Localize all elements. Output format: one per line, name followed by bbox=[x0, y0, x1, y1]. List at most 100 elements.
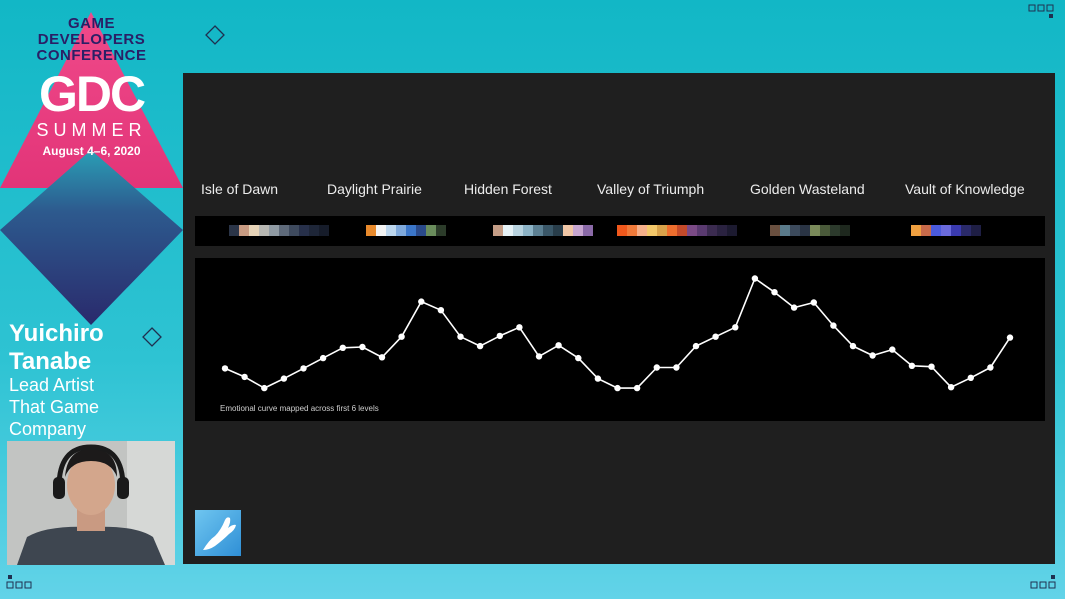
curve-point bbox=[692, 342, 700, 350]
palette-swatch bbox=[647, 225, 657, 236]
palette-swatch bbox=[319, 225, 329, 236]
curve-point bbox=[947, 384, 955, 391]
curve-point bbox=[437, 307, 445, 314]
curve-point bbox=[849, 342, 857, 350]
brand-line-game: GAME bbox=[68, 15, 115, 32]
level-label: Daylight Prairie bbox=[327, 181, 422, 197]
gdc-logo: GDC bbox=[38, 66, 146, 122]
curve-point bbox=[928, 363, 935, 370]
diamond-outline-decoration bbox=[142, 327, 162, 347]
palette-swatch bbox=[416, 225, 426, 236]
level-label: Hidden Forest bbox=[464, 181, 552, 197]
curve-point bbox=[300, 365, 307, 372]
speaker-webcam-image bbox=[7, 441, 175, 565]
palette-swatch bbox=[707, 225, 717, 236]
conference-name: GAME DEVELOPERS CONFERENCE bbox=[0, 16, 183, 64]
curve-point bbox=[967, 374, 974, 381]
color-palette-strip bbox=[195, 216, 1045, 246]
curve-point bbox=[751, 275, 759, 282]
palette-swatch bbox=[406, 225, 416, 236]
corner-squares-decoration bbox=[6, 575, 32, 589]
palette-swatch bbox=[727, 225, 737, 236]
level-color-palette bbox=[911, 225, 981, 236]
curve-point bbox=[476, 342, 484, 350]
curve-point bbox=[653, 364, 660, 371]
level-names-row: Isle of Dawn Daylight Prairie Hidden For… bbox=[183, 181, 1055, 201]
palette-swatch bbox=[309, 225, 319, 236]
speaker-company-line: That Game bbox=[9, 397, 100, 417]
palette-swatch bbox=[951, 225, 961, 236]
speaker-last-name: Tanabe bbox=[9, 348, 92, 375]
level-color-palette bbox=[366, 225, 446, 236]
speaker-role: Lead Artist That Game Company bbox=[9, 374, 179, 440]
corner-squares-decoration bbox=[1030, 575, 1056, 589]
palette-swatch bbox=[820, 225, 830, 236]
level-color-palette bbox=[770, 225, 850, 236]
emotional-curve-chart: Emotional curve mapped across first 6 le… bbox=[195, 258, 1045, 421]
hand-reaching-logo-icon bbox=[195, 510, 241, 556]
curve-point bbox=[889, 346, 896, 353]
curve-point bbox=[908, 362, 916, 369]
curve-point bbox=[869, 352, 876, 359]
palette-swatch bbox=[780, 225, 790, 236]
curve-points-group bbox=[221, 275, 1014, 392]
palette-swatch bbox=[810, 225, 820, 236]
palette-swatch bbox=[269, 225, 279, 236]
corner-squares-decoration bbox=[1028, 4, 1054, 18]
curve-point bbox=[496, 332, 503, 340]
palette-swatch bbox=[800, 225, 810, 236]
curve-point bbox=[378, 354, 386, 361]
curve-point bbox=[594, 375, 602, 382]
level-label: Isle of Dawn bbox=[201, 181, 279, 197]
level-label: Golden Wasteland bbox=[750, 181, 865, 197]
curve-point bbox=[516, 324, 523, 331]
palette-swatch bbox=[229, 225, 239, 236]
palette-swatch bbox=[543, 225, 553, 236]
edition-label: SUMMER bbox=[36, 120, 147, 140]
chart-caption: Emotional curve mapped across first 6 le… bbox=[220, 404, 379, 413]
palette-swatch bbox=[697, 225, 707, 236]
palette-swatch bbox=[376, 225, 386, 236]
curve-point bbox=[221, 365, 229, 372]
curve-point bbox=[339, 344, 346, 351]
level-label: Valley of Triumph bbox=[597, 181, 705, 197]
curve-point bbox=[810, 299, 817, 306]
palette-swatch bbox=[627, 225, 637, 236]
event-dates: August 4–6, 2020 bbox=[42, 144, 141, 158]
level-color-palette bbox=[493, 225, 593, 236]
navy-diamond-decoration bbox=[0, 150, 183, 325]
curve-point bbox=[535, 353, 543, 360]
brand-line-developers: DEVELOPERS bbox=[37, 31, 146, 48]
level-color-palette bbox=[229, 225, 329, 236]
palette-swatch bbox=[426, 225, 436, 236]
speaker-company-line: Company bbox=[9, 419, 87, 439]
palette-swatch bbox=[637, 225, 647, 236]
emotional-curve-plot bbox=[221, 275, 1014, 392]
palette-swatch bbox=[289, 225, 299, 236]
palette-swatch bbox=[513, 225, 523, 236]
palette-swatch bbox=[386, 225, 396, 236]
palette-swatch bbox=[299, 225, 309, 236]
palette-swatch bbox=[931, 225, 941, 236]
palette-swatch bbox=[830, 225, 840, 236]
palette-swatch bbox=[840, 225, 850, 236]
curve-point bbox=[555, 342, 562, 349]
palette-swatch bbox=[563, 225, 573, 236]
curve-point bbox=[771, 289, 778, 296]
palette-swatch bbox=[657, 225, 667, 236]
palette-swatch bbox=[259, 225, 269, 236]
emotional-curve-line bbox=[224, 277, 1011, 389]
curve-point bbox=[673, 364, 680, 371]
curve-point bbox=[830, 322, 837, 329]
palette-swatch bbox=[553, 225, 563, 236]
palette-swatch bbox=[687, 225, 697, 236]
diamond-outline-decoration bbox=[205, 25, 225, 45]
palette-swatch bbox=[961, 225, 971, 236]
palette-swatch bbox=[717, 225, 727, 236]
palette-swatch bbox=[941, 225, 951, 236]
palette-swatch bbox=[770, 225, 780, 236]
level-color-palette bbox=[617, 225, 737, 236]
curve-point bbox=[712, 333, 719, 340]
curve-point bbox=[575, 354, 582, 362]
palette-swatch bbox=[239, 225, 249, 236]
